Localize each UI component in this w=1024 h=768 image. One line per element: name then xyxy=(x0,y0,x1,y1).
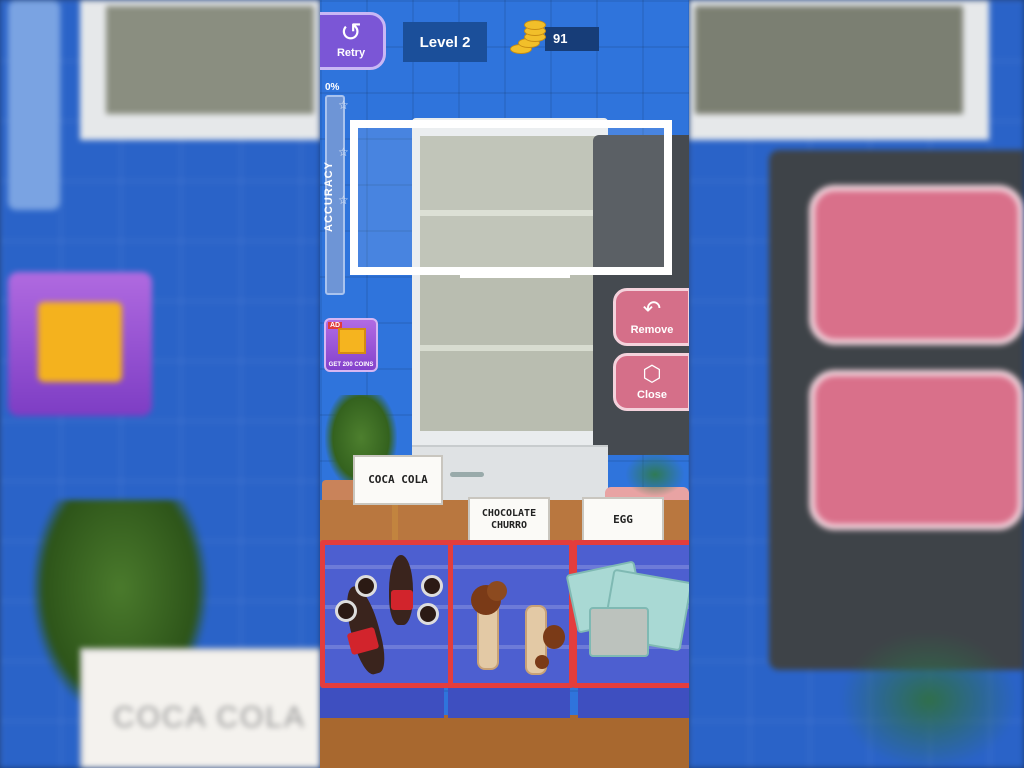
star-icon: ☆ xyxy=(338,145,349,159)
level-indicator: Level 2 xyxy=(403,22,487,62)
gift-ad-label: GET 200 COINS xyxy=(328,362,374,368)
blurred-frame xyxy=(80,0,320,140)
placement-outline[interactable] xyxy=(350,120,672,275)
coin-stack-icon xyxy=(510,20,550,58)
basket-egg[interactable] xyxy=(565,540,689,688)
star-icon: ☆ xyxy=(338,98,349,112)
close-button[interactable]: ⬡ Close xyxy=(613,353,689,411)
blurred-plant xyxy=(839,630,1019,768)
egg-carton[interactable] xyxy=(589,607,649,657)
blurred-accuracy-bar xyxy=(8,0,60,210)
fridge-handle xyxy=(450,472,484,477)
tag-churro-line1: CHOCOLATE xyxy=(481,508,537,519)
accuracy-percent: 0% xyxy=(325,82,340,93)
blurred-close-button xyxy=(809,370,1024,530)
chocolate-swirl[interactable] xyxy=(487,581,507,601)
placement-outline-handle xyxy=(460,272,570,278)
close-label: Close xyxy=(637,389,667,401)
remove-label: Remove xyxy=(630,324,674,336)
cola-label xyxy=(391,590,413,610)
coin-count: 91 xyxy=(553,31,568,46)
blurred-frame xyxy=(689,0,989,140)
gift-ad-button[interactable]: AD GET 200 COINS xyxy=(324,318,378,372)
tag-coca-cola: COCA COLA xyxy=(353,455,443,505)
tag-chocolate-churro: CHOCOLATE CHURRO xyxy=(468,497,550,543)
basket-base xyxy=(320,688,444,718)
accuracy-label: ACCURACY xyxy=(323,161,335,232)
blurred-remove-button xyxy=(809,185,1024,345)
wooden-counter xyxy=(320,715,689,768)
blurred-gift xyxy=(8,272,152,416)
basket-coca-cola[interactable] xyxy=(320,540,454,688)
fridge-shelf xyxy=(420,345,600,351)
remove-button[interactable]: ↶ Remove xyxy=(613,288,689,346)
retry-label: Retry xyxy=(336,47,366,59)
cola-cap[interactable] xyxy=(421,575,443,597)
retry-arrow-icon: ↺ xyxy=(340,17,362,47)
game-screen: COCA COLA COCA COLA CHOCOLATE CHURRO EGG… xyxy=(0,0,1024,768)
tag-pole xyxy=(392,505,398,545)
gift-icon xyxy=(338,328,366,354)
undo-arrow-icon: ↶ xyxy=(642,296,662,321)
plant-right xyxy=(625,452,685,497)
cola-cap[interactable] xyxy=(335,600,357,622)
tag-egg: EGG xyxy=(582,497,664,543)
chocolate-swirl[interactable] xyxy=(535,655,549,669)
basket-base xyxy=(578,688,689,718)
star-icon: ☆ xyxy=(338,193,349,207)
blurred-label-card: COCA COLA xyxy=(80,648,320,768)
retry-button[interactable]: ↺ Retry xyxy=(320,12,386,70)
blurred-label-text: COCA COLA xyxy=(113,701,307,734)
game-viewport: COCA COLA CHOCOLATE CHURRO EGG ↺ Retry L… xyxy=(320,0,689,768)
level-label: Level 2 xyxy=(419,33,471,51)
basket-base xyxy=(448,688,570,718)
blurred-backdrop-right xyxy=(689,0,1024,768)
tag-churro-line2: CHURRO xyxy=(490,520,528,531)
tag-coca-cola-text: COCA COLA xyxy=(368,473,428,486)
coin-counter: 91 xyxy=(545,27,599,51)
chocolate-swirl[interactable] xyxy=(543,625,565,649)
cola-cap[interactable] xyxy=(417,603,439,625)
box-icon: ⬡ xyxy=(642,361,662,386)
blurred-backdrop-left: COCA COLA xyxy=(0,0,320,768)
cola-cap[interactable] xyxy=(355,575,377,597)
tag-egg-text: EGG xyxy=(613,513,633,526)
basket-chocolate-churro[interactable] xyxy=(448,540,574,688)
